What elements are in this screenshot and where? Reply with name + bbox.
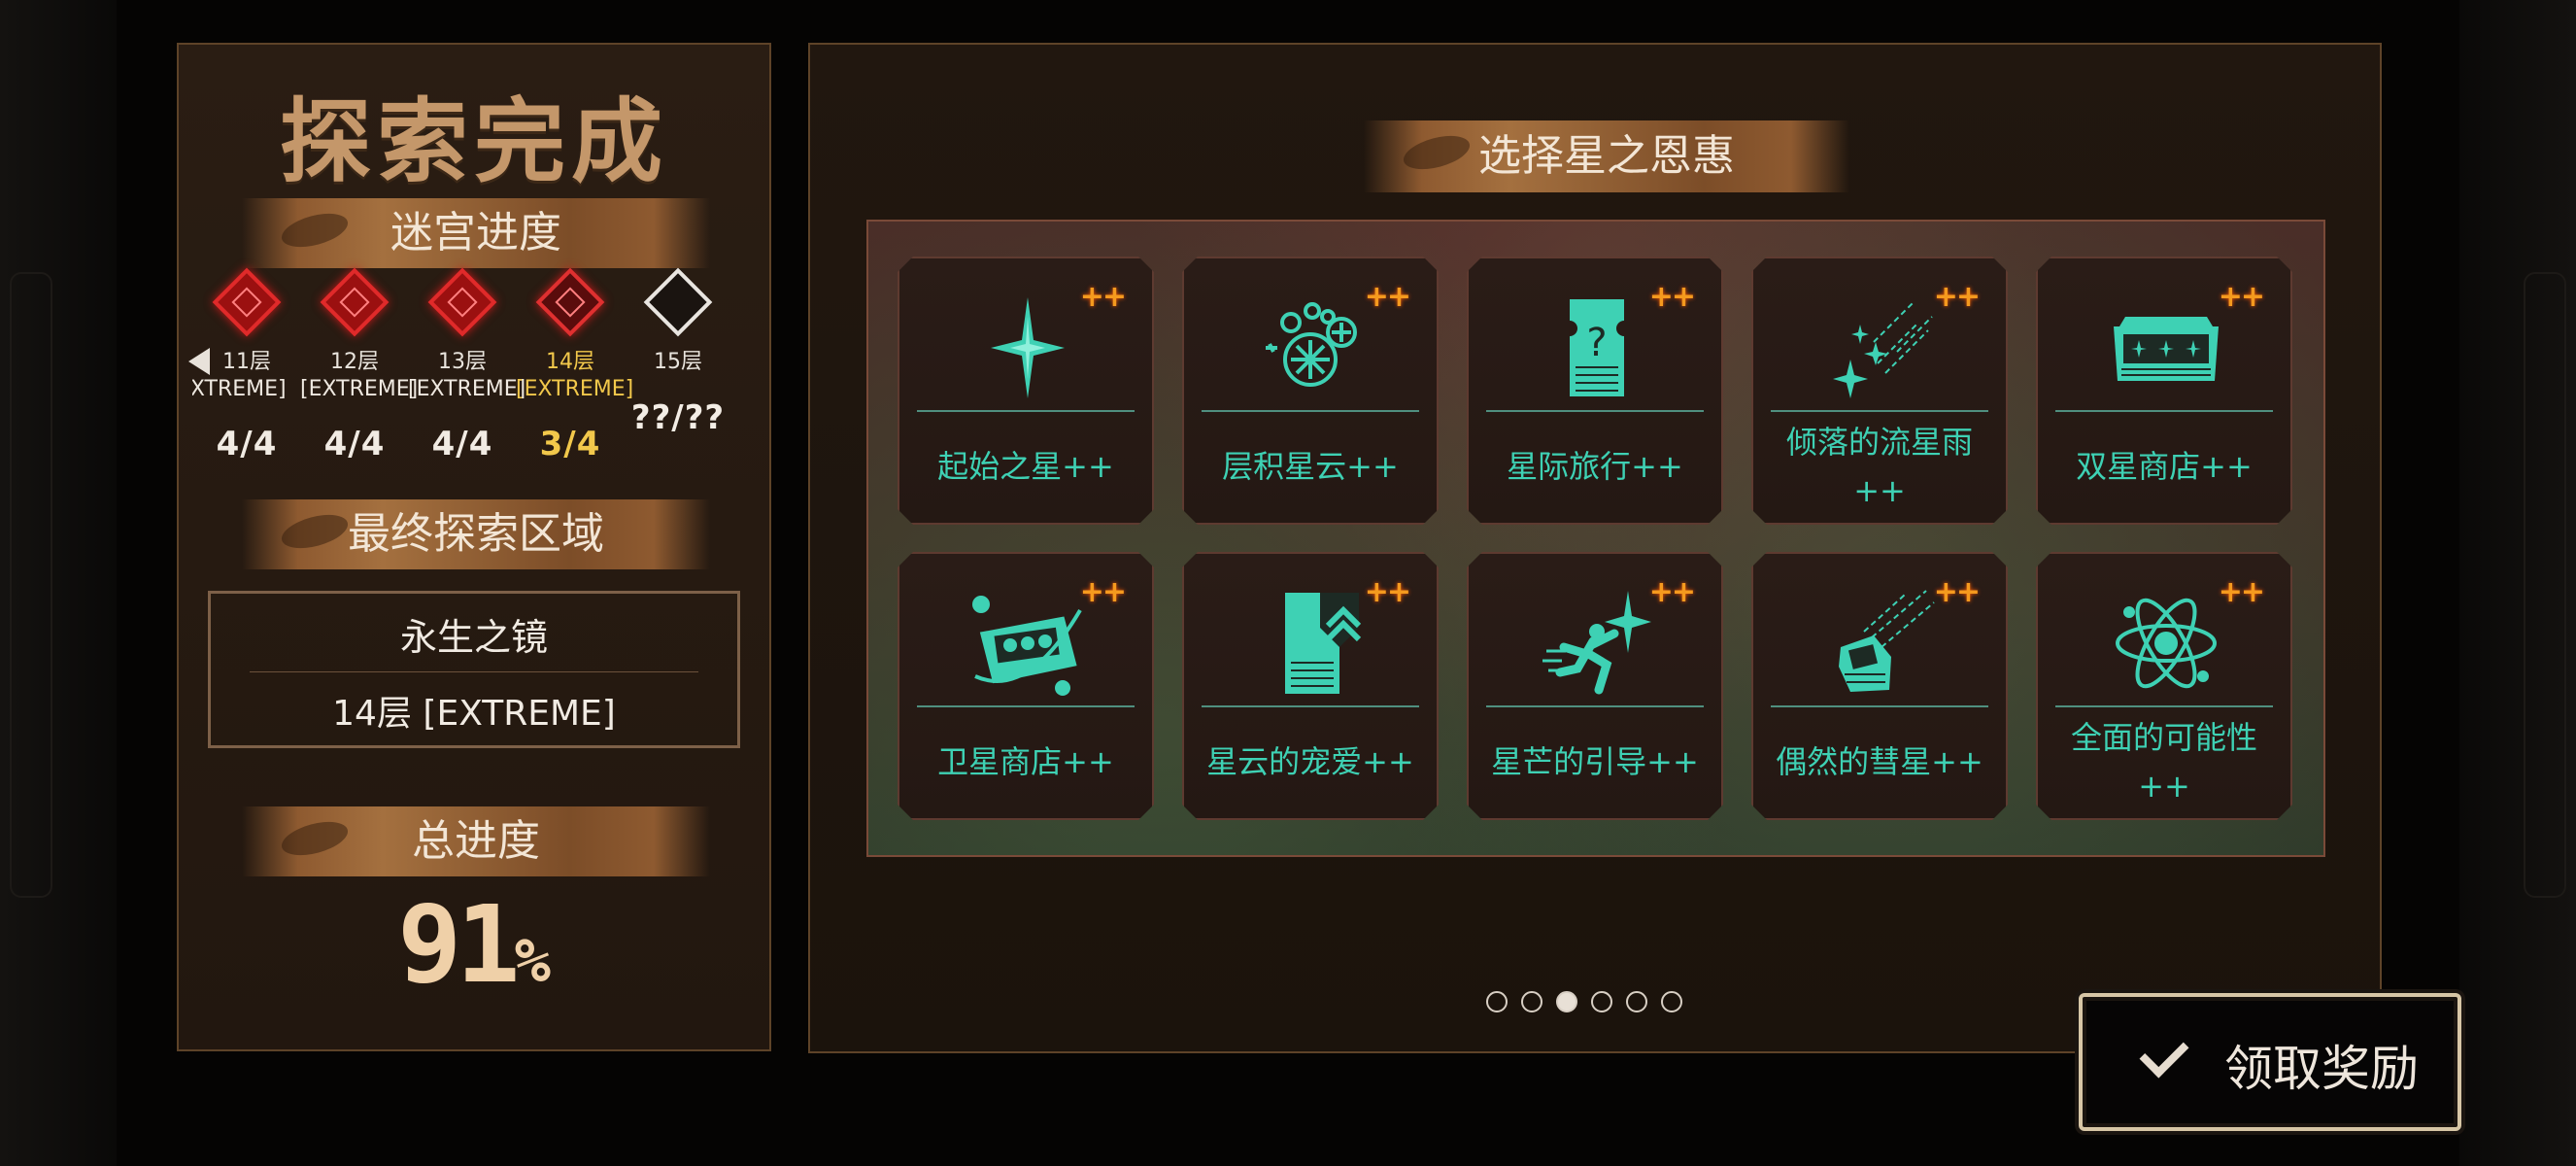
floor-score: 4/4 (431, 425, 493, 463)
checkmark-icon (2139, 1028, 2189, 1079)
floor-13: 13层 [EXTREME] 4/4 (408, 267, 526, 463)
right-frame-edge (2459, 0, 2576, 1166)
floor-cleared-gem-icon (427, 267, 497, 337)
floor-difficulty: [EXTREME] (408, 377, 526, 401)
area-divider (250, 671, 698, 672)
floor-name: 12层 (330, 350, 379, 374)
svg-text:?: ? (1586, 321, 1607, 365)
area-name: 永生之镜 (399, 616, 548, 659)
falling-comet-icon (1821, 583, 1942, 703)
page-dot[interactable] (1626, 991, 1647, 1012)
boon-card[interactable]: ++ 卫星商店++ (898, 552, 1154, 820)
floor-name: 15层 (654, 350, 702, 374)
floor-12: 12层 [EXTREME] 4/4 (300, 267, 419, 463)
boon-card[interactable]: ++ 星云的宠爱++ (1182, 552, 1439, 820)
floor-name: 14层 (546, 350, 594, 374)
floor-difficulty: [EXTREME] (516, 377, 634, 401)
floor-15: 15层 ??/?? (624, 267, 732, 437)
page-dot[interactable] (1486, 991, 1508, 1012)
floor-current-gem-icon (535, 267, 605, 337)
boon-name: 全面的可能性++ (2070, 719, 2257, 805)
boon-grid: ++ 起始之星++ ++ 层积星云++ ++ ? 星际旅行++ ++ 倾落的流星… (866, 220, 2325, 857)
floor-score: 4/4 (216, 425, 278, 463)
floor-difficulty: [EXTREME] (192, 377, 287, 401)
page-title: 探索完成 (279, 89, 668, 195)
page-indicator (1486, 991, 1696, 1016)
exploration-summary-panel: 探索完成 迷宫进度 11层 [EXTREME] 4/4 12层 [EXTREME… (177, 43, 771, 1051)
claim-reward-button[interactable]: 领取奖励 (2079, 993, 2461, 1131)
floor-cleared-gem-icon (212, 267, 282, 337)
mystery-ticket-icon: ? (1537, 288, 1657, 408)
floor-locked-gem-icon (643, 267, 713, 337)
page-dot[interactable] (1661, 991, 1682, 1012)
floor-11: 11层 [EXTREME] 4/4 (192, 267, 301, 463)
boon-name: 双星商店++ (2076, 448, 2253, 485)
boon-card[interactable]: ++ 偶然的彗星++ (1751, 552, 2008, 820)
area-floor: 14层 [EXTREME] (332, 694, 616, 734)
boon-name: 星芒的引导++ (1491, 743, 1699, 780)
floor-name: 13层 (438, 350, 487, 374)
total-progress-banner: 总进度 (242, 806, 710, 876)
double-star-shop-icon (2106, 288, 2226, 408)
atom-icon (2106, 583, 2226, 703)
floor-score: 4/4 (323, 425, 386, 463)
boon-card[interactable]: ++ 星芒的引导++ (1467, 552, 1723, 820)
boon-card[interactable]: ++ 起始之星++ (898, 257, 1154, 525)
maze-progress-label: 迷宫进度 (390, 208, 561, 257)
nebula-cluster-icon (1252, 288, 1373, 408)
boon-name: 起始之星++ (937, 448, 1114, 485)
final-area-label: 最终探索区域 (348, 509, 604, 559)
boon-name: 倾落的流星雨++ (1785, 424, 1973, 509)
boon-name: 卫星商店++ (937, 743, 1114, 780)
boon-name: 偶然的彗星++ (1776, 743, 1983, 780)
boon-selection-panel: 选择星之恩惠 ++ 起始之星++ ++ 层积星云++ ++ ? 星际旅行++ +… (808, 43, 2382, 1053)
page-dot-active[interactable] (1556, 991, 1577, 1012)
maze-progress-banner: 迷宫进度 (242, 198, 710, 268)
floor-name: 11层 (222, 350, 271, 374)
meteor-shower-icon (1821, 288, 1942, 408)
floor-score: ??/?? (630, 398, 726, 437)
running-star-icon (1537, 583, 1657, 703)
page-dot[interactable] (1591, 991, 1612, 1012)
floor-difficulty: [EXTREME] (300, 377, 419, 401)
final-area-box: 永生之镜 14层 [EXTREME] (208, 591, 740, 748)
boon-name: 星际旅行++ (1507, 448, 1683, 485)
total-progress-value: 91% (397, 882, 551, 1007)
total-progress-label: 总进度 (412, 816, 540, 866)
floor-14: 14层 [EXTREME] 3/4 (516, 267, 634, 463)
floor-score: 3/4 (539, 425, 601, 463)
boon-card[interactable]: ++ 全面的可能性++ (2036, 552, 2292, 820)
boon-card[interactable]: ++ ? 星际旅行++ (1467, 257, 1723, 525)
boon-card[interactable]: ++ 倾落的流星雨++ (1751, 257, 2008, 525)
sparkle-star-icon (967, 288, 1088, 408)
claim-reward-label: 领取奖励 (2224, 1041, 2419, 1097)
boon-name: 星云的宠爱++ (1206, 743, 1414, 780)
boon-banner: 选择星之恩惠 (1364, 120, 1849, 192)
upgrade-ticket-icon (1252, 583, 1373, 703)
page-dot[interactable] (1521, 991, 1542, 1012)
boon-banner-label: 选择星之恩惠 (1478, 131, 1735, 181)
satellite-shop-icon (967, 583, 1088, 703)
floor-cleared-gem-icon (320, 267, 390, 337)
boon-card[interactable]: ++ 双星商店++ (2036, 257, 2292, 525)
final-area-banner: 最终探索区域 (242, 499, 710, 569)
left-frame-edge (0, 0, 117, 1166)
boon-name: 层积星云++ (1222, 448, 1399, 485)
boon-card[interactable]: ++ 层积星云++ (1182, 257, 1439, 525)
